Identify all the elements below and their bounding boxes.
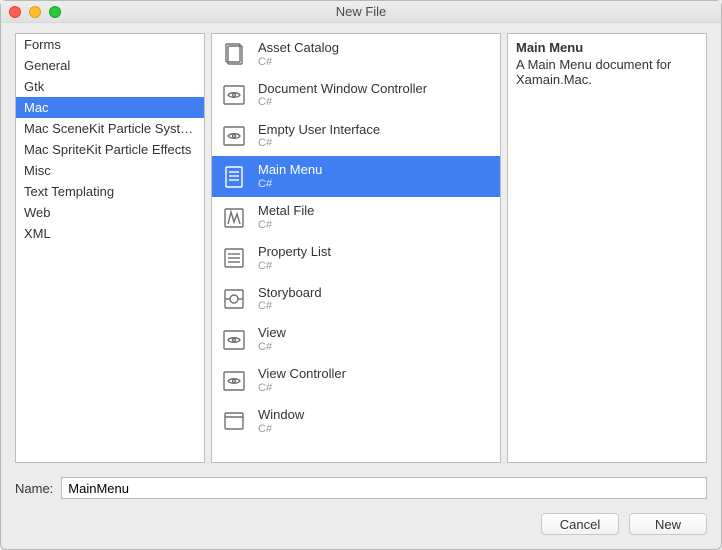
maximize-icon[interactable] [49,6,61,18]
category-item[interactable]: Web [16,202,204,223]
eye-icon [220,81,248,109]
eye-icon [220,326,248,354]
template-language: C# [258,56,339,69]
template-item[interactable]: Document Window ControllerC# [212,75,500,116]
window-icon [220,407,248,435]
details-pane: Main Menu A Main Menu document for Xamai… [507,33,707,463]
template-text: StoryboardC# [258,285,322,314]
name-row: Name: [15,477,707,499]
template-text: Property ListC# [258,244,331,273]
template-language: C# [258,137,380,150]
template-item[interactable]: Metal FileC# [212,197,500,238]
template-item[interactable]: Property ListC# [212,238,500,279]
template-item[interactable]: Main MenuC# [212,156,500,197]
template-item[interactable]: StoryboardC# [212,279,500,320]
template-text: Main MenuC# [258,162,322,191]
template-text: View ControllerC# [258,366,346,395]
name-label: Name: [15,481,53,496]
category-item[interactable]: Mac SceneKit Particle Systems [16,118,204,139]
category-item[interactable]: Text Templating [16,181,204,202]
template-language: C# [258,96,427,109]
category-item[interactable]: Mac SpriteKit Particle Effects [16,139,204,160]
button-row: Cancel New [15,513,707,535]
content-area: FormsGeneralGtkMacMac SceneKit Particle … [1,23,721,549]
template-language: C# [258,423,304,436]
template-name: Empty User Interface [258,122,380,138]
template-text: Asset CatalogC# [258,40,339,69]
template-language: C# [258,219,314,232]
template-item[interactable]: WindowC# [212,401,500,442]
eye-icon [220,122,248,150]
details-description: A Main Menu document for Xamain.Mac. [516,57,698,87]
window-controls [9,6,61,18]
category-item[interactable]: XML [16,223,204,244]
template-text: Document Window ControllerC# [258,81,427,110]
list-icon [220,244,248,272]
template-name: Main Menu [258,162,322,178]
category-list[interactable]: FormsGeneralGtkMacMac SceneKit Particle … [15,33,205,463]
template-text: Metal FileC# [258,203,314,232]
category-item[interactable]: Mac [16,97,204,118]
template-language: C# [258,382,346,395]
template-item[interactable]: ViewC# [212,319,500,360]
name-input[interactable] [61,477,707,499]
new-file-dialog: New File FormsGeneralGtkMacMac SceneKit … [0,0,722,550]
new-button[interactable]: New [629,513,707,535]
template-text: WindowC# [258,407,304,436]
template-language: C# [258,300,322,313]
template-item[interactable]: Asset CatalogC# [212,34,500,75]
category-item[interactable]: Misc [16,160,204,181]
template-name: Window [258,407,304,423]
minimize-icon[interactable] [29,6,41,18]
template-language: C# [258,341,286,354]
cancel-button[interactable]: Cancel [541,513,619,535]
category-item[interactable]: Gtk [16,76,204,97]
close-icon[interactable] [9,6,21,18]
panes: FormsGeneralGtkMacMac SceneKit Particle … [15,33,707,463]
template-name: Storyboard [258,285,322,301]
template-item[interactable]: Empty User InterfaceC# [212,116,500,157]
template-language: C# [258,178,322,191]
metal-icon [220,204,248,232]
template-name: Document Window Controller [258,81,427,97]
template-name: Asset Catalog [258,40,339,56]
template-language: C# [258,260,331,273]
category-item[interactable]: General [16,55,204,76]
template-item[interactable]: View ControllerC# [212,360,500,401]
assets-icon [220,40,248,68]
storyboard-icon [220,285,248,313]
details-title: Main Menu [516,40,698,55]
template-list[interactable]: Asset CatalogC#Document Window Controlle… [211,33,501,463]
template-name: Property List [258,244,331,260]
template-name: Metal File [258,203,314,219]
template-name: View [258,325,286,341]
titlebar: New File [1,1,721,23]
category-item[interactable]: Forms [16,34,204,55]
window-title: New File [336,4,387,19]
eye-icon [220,367,248,395]
template-text: ViewC# [258,325,286,354]
doc-icon [220,163,248,191]
template-text: Empty User InterfaceC# [258,122,380,151]
template-name: View Controller [258,366,346,382]
